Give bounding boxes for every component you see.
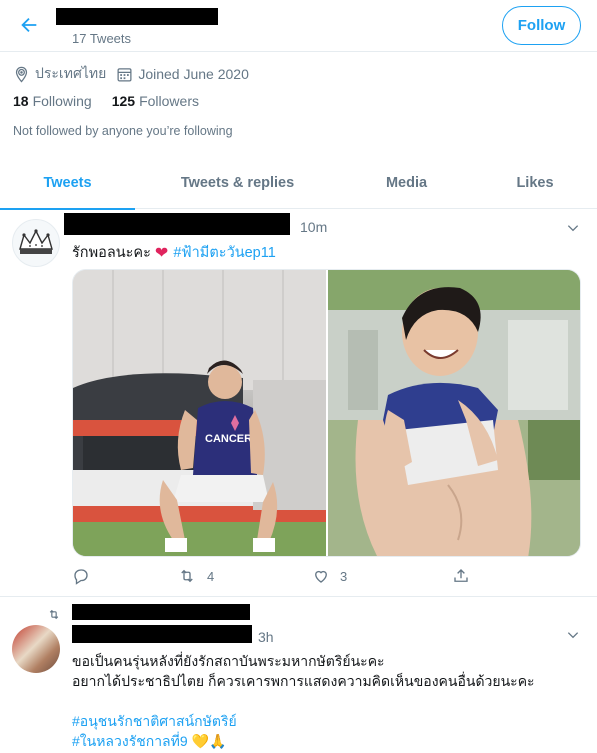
photo-1-illustration: CANCER xyxy=(73,270,326,556)
hashtag-link[interactable]: #ฟ้ามีตะวันep11 xyxy=(173,241,275,264)
tab-tweets[interactable]: Tweets xyxy=(0,157,135,210)
heart-outline-icon xyxy=(315,570,327,583)
tweet-line-2: อยากได้ประชาธิปไตย ก็ควรเคารพการแสดงความ… xyxy=(72,673,535,689)
emoji-group: 💛🙏 xyxy=(191,733,227,749)
tweet-media: CANCER xyxy=(72,269,581,557)
arrow-left-icon xyxy=(21,17,37,33)
tweet-text: ขอเป็นคนรุ่นหลังที่ยังรักสถาบันพระมหากษั… xyxy=(72,651,577,751)
tab-likes[interactable]: Likes xyxy=(473,157,597,209)
retweeted-indicator xyxy=(47,608,61,626)
followers-link[interactable]: 125 Followers xyxy=(112,93,199,109)
tweet-timestamp[interactable]: 3h xyxy=(258,629,274,645)
hashtag-line: #ในหลวงรัชกาลที่9 💛🙏 xyxy=(72,731,577,751)
photo-2-illustration xyxy=(328,270,580,556)
tweet-photo-2[interactable] xyxy=(328,270,580,556)
chevron-down-icon xyxy=(567,225,579,232)
tweet-menu-button[interactable] xyxy=(563,625,583,645)
not-followed-notice: Not followed by anyone you’re following xyxy=(13,124,233,138)
share-icon xyxy=(454,569,468,582)
tweet-timestamp[interactable]: 10m xyxy=(300,219,327,235)
svg-text:CANCER: CANCER xyxy=(205,433,252,445)
heart-emoji: ❤ xyxy=(154,244,169,262)
tweet-photo-1[interactable]: CANCER xyxy=(73,270,326,556)
chevron-down-icon xyxy=(567,632,579,639)
tweet-line-1: ขอเป็นคนรุ่นหลังที่ยังรักสถาบันพระมหากษั… xyxy=(72,653,385,669)
tweet-text-body: รักพอลนะคะ xyxy=(72,245,151,261)
line-spacer xyxy=(72,691,577,711)
profile-header: 17 Tweets Follow xyxy=(0,0,597,52)
profile-name-redacted xyxy=(56,8,218,25)
followers-label: Followers xyxy=(139,93,199,109)
like-count: 3 xyxy=(340,568,348,584)
follow-button[interactable]: Follow xyxy=(502,6,581,45)
profile-tabs: Tweets Tweets & replies Media Likes xyxy=(0,157,597,210)
following-count: 18 xyxy=(13,93,29,109)
joined-item: Joined June 2020 xyxy=(116,66,249,83)
tweet-menu-button[interactable] xyxy=(563,218,583,238)
tab-media[interactable]: Media xyxy=(340,157,473,209)
retweet-icon xyxy=(181,569,193,583)
tweet-count: 17 Tweets xyxy=(72,31,132,46)
hashtag-link[interactable]: #ในหลวงรัชกาลที่9 xyxy=(72,733,188,749)
tweet[interactable]: 10m รักพอลนะคะ ❤ #ฟ้ามีตะวันep11 CANCER … xyxy=(0,209,597,597)
tab-tweets-replies[interactable]: Tweets & replies xyxy=(135,157,340,209)
reply-icon xyxy=(74,569,88,585)
retweet-icon xyxy=(49,609,59,620)
avatar[interactable] xyxy=(12,625,60,673)
reply-button[interactable] xyxy=(72,567,182,585)
tweet-actions: 4 3 xyxy=(72,567,512,585)
retweet-count: 4 xyxy=(207,568,215,584)
hashtag-link[interactable]: #อนุชนรักชาติศาสน์กษัตริย์ xyxy=(72,711,577,731)
calendar-icon xyxy=(117,67,132,82)
share-button[interactable] xyxy=(452,567,470,585)
following-label: Following xyxy=(32,93,92,109)
follow-stats: 18 Following 125 Followers xyxy=(13,93,219,109)
joined-text: Joined June 2020 xyxy=(138,66,249,82)
author-name-redacted xyxy=(72,625,252,643)
following-link[interactable]: 18 Following xyxy=(13,93,92,109)
crown-icon xyxy=(19,229,53,254)
like-button[interactable]: 3 xyxy=(312,567,452,585)
tweet-text: รักพอลนะคะ ❤ #ฟ้ามีตะวันep11 xyxy=(72,241,276,264)
location-pin-icon xyxy=(15,66,28,83)
back-button[interactable] xyxy=(12,8,46,42)
retweet-button[interactable]: 4 xyxy=(177,567,317,585)
location-text: ประเทศไทย xyxy=(35,65,107,81)
followers-count: 125 xyxy=(111,93,136,109)
location-item: ประเทศไทย xyxy=(13,63,106,85)
profile-meta: ประเทศไทย Joined June 2020 xyxy=(13,63,259,85)
author-name-redacted xyxy=(64,213,290,235)
tweet[interactable]: 3h ขอเป็นคนรุ่นหลังที่ยังรักสถาบันพระมหา… xyxy=(0,597,597,753)
retweeter-name-redacted xyxy=(72,604,250,620)
avatar[interactable] xyxy=(12,219,60,267)
